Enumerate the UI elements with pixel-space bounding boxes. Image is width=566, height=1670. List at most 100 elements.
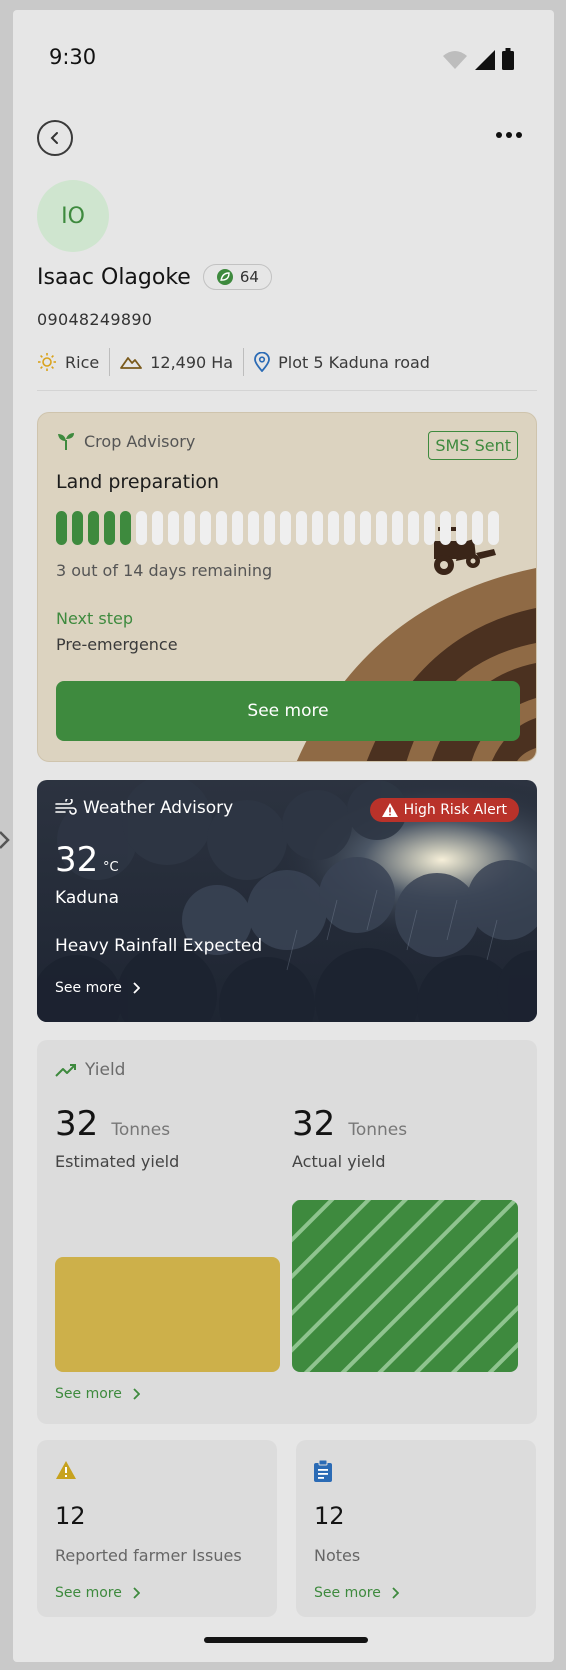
progress-segment (472, 511, 483, 545)
sun-icon (38, 353, 56, 371)
progress-segment (184, 511, 195, 545)
yield-card: Yield 32 Tonnes Estimated yield 32 Tonne… (37, 1040, 537, 1424)
score-badge: 64 (202, 264, 272, 290)
progress-segment (168, 511, 179, 545)
home-indicator[interactable] (204, 1637, 368, 1643)
progress-segment (264, 511, 275, 545)
divider (37, 390, 537, 391)
weather-forecast: Heavy Rainfall Expected (55, 936, 263, 956)
weather-see-more-label: See more (55, 980, 122, 996)
progress-segment (104, 511, 115, 545)
back-button[interactable] (37, 120, 73, 156)
avatar: IO (37, 180, 109, 252)
location-meta: Plot 5 Kaduna road (254, 352, 440, 372)
farm-meta: Rice 12,490 Ha Plot 5 Kaduna road (37, 348, 440, 376)
score-value: 64 (239, 268, 259, 286)
estimated-yield-unit: Tonnes (111, 1120, 171, 1140)
leaf-icon (216, 269, 233, 285)
sms-status-badge: SMS Sent (428, 431, 518, 460)
more-dot-icon (496, 132, 502, 138)
yield-title: Yield (85, 1060, 126, 1080)
actual-yield-bar (292, 1200, 518, 1372)
progress-segment (328, 511, 339, 545)
crop-stage: Land preparation (56, 471, 220, 493)
phone-number: 09048249890 (37, 310, 153, 329)
temperature-unit: °C (103, 860, 119, 875)
area-meta: 12,490 Ha (120, 353, 243, 372)
warning-icon (381, 803, 398, 817)
temperature-value: 32 (55, 840, 99, 880)
progress-segment (424, 511, 435, 545)
trend-up-icon (55, 1064, 76, 1077)
yield-see-more-link[interactable]: See more (55, 1386, 140, 1402)
actual-yield: 32 Tonnes Actual yield (292, 1104, 407, 1171)
status-bar: 9:30 (13, 10, 554, 110)
farmer-issues-card[interactable]: 12 Reported farmer Issues See more (37, 1440, 277, 1617)
days-remaining: 3 out of 14 days remaining (56, 561, 273, 580)
weather-advisory-card[interactable]: Weather Advisory High Risk Alert 32 °C K… (37, 780, 537, 1022)
chevron-right-icon (133, 1388, 140, 1400)
estimated-yield-bar (55, 1257, 280, 1372)
progress-segment (88, 511, 99, 545)
progress-segment (216, 511, 227, 545)
more-dot-icon (506, 132, 512, 138)
wifi-icon (443, 51, 467, 69)
issues-count: 12 (55, 1502, 86, 1530)
progress-segment (56, 511, 67, 545)
estimated-yield: 32 Tonnes Estimated yield (55, 1104, 179, 1171)
progress-segment (72, 511, 83, 545)
battery-icon (502, 48, 514, 70)
crop-type: Rice (65, 352, 100, 372)
progress-segment (232, 511, 243, 545)
progress-segment (136, 511, 147, 545)
chevron-right-icon (392, 1587, 399, 1599)
progress-segment (200, 511, 211, 545)
progress-segment (360, 511, 371, 545)
clipboard-icon (314, 1460, 332, 1482)
actual-yield-value: 32 (292, 1104, 336, 1144)
actual-yield-unit: Tonnes (348, 1120, 408, 1140)
weather-see-more-link[interactable]: See more (55, 980, 140, 996)
chevron-right-icon (133, 1587, 140, 1599)
issues-label: Reported farmer Issues (55, 1546, 242, 1565)
high-risk-alert-badge: High Risk Alert (369, 798, 519, 822)
issues-see-more-link[interactable]: See more (55, 1585, 140, 1601)
meta-divider (109, 348, 111, 376)
farmer-name: Isaac Olagoke (37, 264, 191, 290)
crop-advisory-title: Crop Advisory (84, 431, 196, 451)
notes-see-more-link[interactable]: See more (314, 1585, 399, 1601)
crop-see-more-button[interactable]: See more (56, 681, 520, 741)
more-options-button[interactable] (496, 132, 522, 138)
estimated-yield-value: 32 (55, 1104, 99, 1144)
chevron-right-icon (133, 982, 140, 994)
next-step-value: Pre-emergence (56, 635, 178, 654)
progress-segment (456, 511, 467, 545)
yield-see-more-label: See more (55, 1386, 122, 1402)
weather-advisory-title: Weather Advisory (83, 798, 234, 818)
progress-segment (296, 511, 307, 545)
location-pin-icon (254, 352, 271, 372)
sprout-icon (58, 433, 74, 450)
progress-segment (488, 511, 499, 545)
progress-segment (392, 511, 403, 545)
meta-divider (243, 348, 245, 376)
progress-segment (440, 511, 451, 545)
notes-count: 12 (314, 1502, 345, 1530)
crop-advisory-header: Crop Advisory (56, 431, 195, 451)
yield-header: Yield (55, 1060, 125, 1080)
estimated-yield-label: Estimated yield (55, 1152, 180, 1171)
status-time: 9:30 (49, 45, 97, 69)
progress-segment (120, 511, 131, 545)
weather-city: Kaduna (55, 888, 120, 908)
phone-screen: 9:30 IO Isaac Olagoke 64 09048249890 Ric… (13, 10, 554, 1662)
weather-advisory-header: Weather Advisory (55, 798, 233, 818)
progress-segment (312, 511, 323, 545)
progress-segment (152, 511, 163, 545)
progress-segment (344, 511, 355, 545)
progress-segment (408, 511, 419, 545)
farm-area: 12,490 Ha (150, 352, 234, 372)
wind-icon (55, 799, 77, 815)
status-icons (442, 48, 514, 70)
notes-card[interactable]: 12 Notes See more (296, 1440, 536, 1617)
alert-text: High Risk Alert (403, 802, 507, 818)
